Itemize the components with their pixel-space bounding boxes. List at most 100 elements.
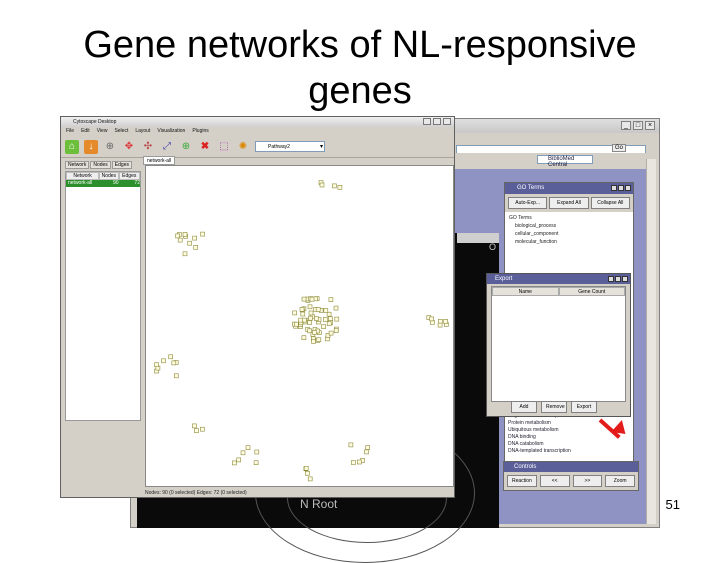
network-node[interactable] bbox=[321, 324, 326, 329]
network-node[interactable] bbox=[307, 304, 313, 310]
network-node[interactable] bbox=[154, 362, 159, 367]
network-node[interactable] bbox=[319, 182, 325, 188]
network-node[interactable] bbox=[294, 321, 299, 327]
network-node[interactable] bbox=[299, 307, 305, 312]
go-tree-root[interactable]: GO Terms bbox=[509, 214, 629, 222]
network-node[interactable] bbox=[328, 316, 333, 321]
network-node[interactable] bbox=[365, 445, 370, 450]
network-node[interactable] bbox=[323, 308, 329, 313]
delete-icon[interactable]: ✖ bbox=[198, 140, 212, 154]
go-tree-item[interactable]: biological_process bbox=[509, 222, 629, 230]
tab-edges[interactable]: Edges bbox=[111, 161, 132, 169]
column-header-name[interactable]: Name bbox=[492, 287, 559, 296]
background-scrollbar[interactable] bbox=[646, 159, 656, 524]
network-node[interactable] bbox=[332, 183, 337, 189]
panel-maximize-icon[interactable] bbox=[618, 185, 624, 191]
network-node[interactable] bbox=[309, 296, 315, 302]
network-node[interactable] bbox=[300, 311, 306, 317]
network-node[interactable] bbox=[171, 360, 177, 366]
network-node[interactable] bbox=[429, 316, 434, 322]
network-node[interactable] bbox=[168, 354, 174, 360]
go-list-item[interactable]: DNA catabolism bbox=[508, 441, 633, 448]
layout-select[interactable]: Pathway2 bbox=[255, 141, 325, 152]
menu-plugins[interactable]: Plugins bbox=[192, 127, 208, 136]
network-node[interactable] bbox=[328, 297, 334, 302]
fit-icon[interactable]: ✣ bbox=[141, 140, 155, 154]
network-node[interactable] bbox=[351, 460, 356, 465]
network-node[interactable] bbox=[303, 465, 309, 471]
network-node[interactable] bbox=[308, 315, 313, 321]
reaction-button[interactable]: Reaction bbox=[507, 475, 537, 487]
column-header-nodes[interactable]: Nodes bbox=[99, 172, 119, 180]
tab-nodes[interactable]: Nodes bbox=[90, 161, 111, 169]
previous-button[interactable]: << bbox=[539, 475, 570, 487]
network-node[interactable] bbox=[305, 470, 310, 476]
add-button[interactable]: Add bbox=[511, 401, 537, 413]
network-node[interactable] bbox=[437, 319, 443, 324]
next-button[interactable]: >> bbox=[572, 475, 603, 487]
go-list-item[interactable]: Protein metabolism bbox=[508, 420, 633, 427]
column-header-gene-count[interactable]: Gene Count bbox=[558, 287, 625, 296]
network-node[interactable] bbox=[192, 235, 198, 241]
minimize-icon[interactable] bbox=[423, 118, 431, 125]
network-canvas[interactable] bbox=[145, 165, 454, 487]
network-node[interactable] bbox=[333, 328, 339, 333]
network-node[interactable] bbox=[253, 460, 259, 466]
network-node[interactable] bbox=[200, 231, 205, 237]
network-node[interactable] bbox=[240, 450, 246, 456]
network-node[interactable] bbox=[161, 358, 166, 364]
menu-edit[interactable]: Edit bbox=[81, 127, 90, 136]
export-button[interactable]: Export bbox=[571, 401, 597, 413]
network-node[interactable] bbox=[298, 317, 303, 323]
network-node[interactable] bbox=[326, 321, 332, 326]
select-icon[interactable]: ⬚ bbox=[217, 140, 231, 154]
network-node[interactable] bbox=[236, 457, 241, 463]
network-node[interactable] bbox=[302, 317, 307, 323]
network-node[interactable] bbox=[200, 426, 205, 432]
network-node[interactable] bbox=[308, 310, 314, 316]
go-tree-item[interactable]: molecular_function bbox=[509, 238, 629, 246]
network-node[interactable] bbox=[437, 322, 443, 328]
fit-content-icon[interactable]: ⤢ bbox=[160, 140, 174, 154]
go-tree-item[interactable]: cellular_component bbox=[509, 230, 629, 238]
column-header-network[interactable]: Network bbox=[66, 172, 100, 180]
network-node[interactable] bbox=[173, 373, 179, 379]
tab-network[interactable]: Network bbox=[65, 161, 90, 169]
panel-minimize-icon[interactable] bbox=[611, 185, 617, 191]
zoom-button[interactable]: Zoom bbox=[605, 475, 635, 487]
zoom-selected-icon[interactable]: ✥ bbox=[122, 140, 136, 154]
close-icon[interactable] bbox=[443, 118, 451, 125]
network-node[interactable] bbox=[357, 459, 362, 465]
network-node[interactable] bbox=[177, 237, 183, 243]
panel-close-icon[interactable] bbox=[625, 185, 631, 191]
network-node[interactable] bbox=[307, 320, 312, 325]
dialog-maximize-icon[interactable] bbox=[615, 276, 621, 282]
network-node[interactable] bbox=[232, 460, 237, 466]
network-node[interactable] bbox=[316, 337, 322, 342]
expand-all-button[interactable]: Expand All bbox=[549, 197, 589, 209]
network-node[interactable] bbox=[443, 319, 448, 324]
go-button[interactable]: Go bbox=[612, 144, 627, 152]
close-icon[interactable]: × bbox=[645, 121, 655, 130]
column-header-edges[interactable]: Edges bbox=[118, 172, 140, 180]
network-node[interactable] bbox=[192, 423, 197, 429]
network-node[interactable] bbox=[311, 339, 316, 344]
go-list-item[interactable]: DNA-templated transcription bbox=[508, 448, 633, 455]
color-wheel-icon[interactable]: ✺ bbox=[236, 140, 250, 154]
network-node[interactable] bbox=[334, 316, 340, 322]
network-node[interactable] bbox=[348, 442, 354, 448]
network-node[interactable] bbox=[245, 445, 251, 450]
collapse-all-button[interactable]: Collapse All bbox=[590, 197, 630, 209]
menu-file[interactable]: File bbox=[66, 127, 74, 136]
network-node[interactable] bbox=[307, 328, 312, 334]
network-node[interactable] bbox=[254, 449, 260, 455]
menu-layout[interactable]: Layout bbox=[135, 127, 150, 136]
dialog-close-icon[interactable] bbox=[622, 276, 628, 282]
dialog-minimize-icon[interactable] bbox=[608, 276, 614, 282]
menu-select[interactable]: Select bbox=[114, 127, 128, 136]
menu-view[interactable]: View bbox=[97, 127, 108, 136]
network-node[interactable] bbox=[292, 310, 297, 316]
network-node[interactable] bbox=[182, 232, 188, 237]
network-node[interactable] bbox=[187, 240, 192, 246]
open-folder-icon[interactable]: ⌂ bbox=[65, 139, 79, 154]
